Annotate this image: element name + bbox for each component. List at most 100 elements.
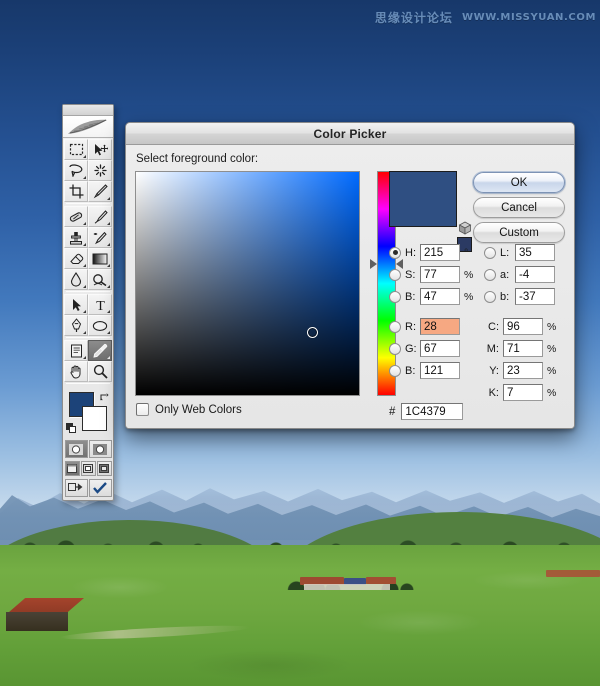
marquee-tool-icon[interactable]	[64, 139, 88, 160]
slice-tool-icon[interactable]	[88, 181, 112, 202]
web-safe-warning-icon[interactable]	[458, 221, 472, 235]
lab-l-row[interactable]: L:	[484, 243, 570, 262]
only-web-colors-checkbox[interactable]	[136, 403, 149, 416]
ok-button[interactable]: OK	[473, 172, 565, 193]
standard-mode-button[interactable]	[64, 440, 88, 458]
saturation-brightness-field[interactable]	[135, 171, 360, 396]
lab-cmyk-column[interactable]: L: a: b:	[484, 243, 570, 405]
hue-slider-marker-left[interactable]	[370, 259, 377, 269]
black-input[interactable]	[503, 384, 543, 401]
hue-row[interactable]: H: °	[389, 243, 481, 262]
type-tool-icon[interactable]: T	[88, 294, 112, 315]
hex-field-row[interactable]: #	[389, 403, 464, 420]
photoshop-toolbox[interactable]: T	[62, 104, 114, 501]
shape-tool-icon[interactable]	[88, 315, 112, 336]
magic-wand-tool-icon[interactable]	[88, 160, 112, 181]
toolbox-color-swatches[interactable]	[63, 390, 113, 436]
blue-row[interactable]: B:	[389, 361, 481, 380]
dialog-body: Select foreground color: OK Cancel Custo…	[126, 145, 574, 428]
magenta-label: M:	[486, 342, 499, 355]
lasso-tool-icon[interactable]	[64, 160, 88, 181]
lab-a-row[interactable]: a:	[484, 265, 570, 284]
red-input[interactable]	[420, 318, 460, 335]
full-screen-with-menubar-button[interactable]	[80, 461, 96, 476]
color-field-cursor[interactable]	[307, 327, 318, 338]
quick-mask-modes[interactable]	[63, 438, 113, 460]
brightness-unit: %	[464, 290, 474, 303]
brightness-input[interactable]	[420, 288, 460, 305]
hex-input[interactable]	[401, 403, 464, 420]
new-color-swatch	[390, 172, 456, 226]
lab-b-row[interactable]: b:	[484, 287, 570, 306]
path-selection-tool-icon[interactable]	[64, 294, 88, 315]
blue-input[interactable]	[420, 362, 460, 379]
swap-colors-icon[interactable]	[99, 390, 110, 401]
yellow-row[interactable]: Y: %	[484, 361, 570, 380]
toolbox-drag-grip[interactable]	[63, 105, 113, 116]
history-brush-tool-icon[interactable]	[88, 227, 112, 248]
hsb-rgb-column[interactable]: H: ° S: % B: %	[389, 243, 481, 383]
quick-mask-mode-button[interactable]	[88, 440, 112, 458]
cyan-row[interactable]: C: %	[484, 317, 570, 336]
notes-tool-icon[interactable]	[64, 340, 88, 361]
yellow-input[interactable]	[503, 362, 543, 379]
lab-l-input[interactable]	[515, 244, 555, 261]
move-tool-icon[interactable]	[88, 139, 112, 160]
cancel-button[interactable]: Cancel	[473, 197, 565, 218]
imageready-check-icon[interactable]	[88, 479, 112, 497]
crop-tool-icon[interactable]	[64, 181, 88, 202]
dialog-buttons[interactable]: OK Cancel Custom	[473, 172, 565, 247]
magenta-unit: %	[547, 342, 557, 355]
jump-to-imageready-icon[interactable]	[64, 479, 88, 497]
gradient-tool-icon[interactable]	[88, 248, 112, 269]
yellow-unit: %	[547, 364, 557, 377]
standard-screen-mode-button[interactable]	[64, 461, 80, 476]
color-picker-dialog[interactable]: Color Picker Select foreground color: OK…	[125, 122, 575, 429]
magenta-input[interactable]	[503, 340, 543, 357]
default-colors-icon[interactable]	[66, 423, 77, 434]
background-color-swatch[interactable]	[82, 406, 107, 431]
cyan-input[interactable]	[503, 318, 543, 335]
only-web-colors-row[interactable]: Only Web Colors	[136, 403, 242, 416]
saturation-radio[interactable]	[389, 268, 401, 281]
red-radio[interactable]	[389, 320, 401, 333]
lab-a-input[interactable]	[515, 266, 555, 283]
custom-button[interactable]: Custom	[473, 222, 565, 243]
blue-radio[interactable]	[389, 364, 401, 377]
black-unit: %	[547, 386, 557, 399]
green-input[interactable]	[420, 340, 460, 357]
clone-stamp-tool-icon[interactable]	[64, 227, 88, 248]
field-group-gap	[484, 309, 570, 317]
magenta-row[interactable]: M: %	[484, 339, 570, 358]
dodge-tool-icon[interactable]	[88, 269, 112, 290]
lab-b-radio[interactable]	[484, 290, 496, 303]
zoom-tool-icon[interactable]	[88, 361, 112, 382]
screen-modes[interactable]	[63, 460, 113, 477]
jump-to-buttons[interactable]	[63, 477, 113, 500]
saturation-label: S:	[405, 268, 416, 281]
black-row[interactable]: K: %	[484, 383, 570, 402]
green-radio[interactable]	[389, 342, 401, 355]
lab-a-radio[interactable]	[484, 268, 496, 281]
eraser-tool-icon[interactable]	[64, 248, 88, 269]
blur-tool-icon[interactable]	[64, 269, 88, 290]
lab-l-radio[interactable]	[484, 246, 496, 259]
lab-b-input[interactable]	[515, 288, 555, 305]
brightness-radio[interactable]	[389, 290, 401, 303]
eyedropper-tool-icon[interactable]	[88, 340, 112, 361]
cyan-unit: %	[547, 320, 557, 333]
saturation-input[interactable]	[420, 266, 460, 283]
brush-tool-icon[interactable]	[88, 206, 112, 227]
hand-tool-icon[interactable]	[64, 361, 88, 382]
dialog-titlebar[interactable]: Color Picker	[126, 123, 574, 145]
brightness-row[interactable]: B: %	[389, 287, 481, 306]
healing-brush-tool-icon[interactable]	[64, 206, 88, 227]
green-row[interactable]: G:	[389, 339, 481, 358]
red-row[interactable]: R:	[389, 317, 481, 336]
toolbox-tool-grid[interactable]: T	[63, 138, 113, 387]
pen-tool-icon[interactable]	[64, 315, 88, 336]
full-screen-mode-button[interactable]	[96, 461, 112, 476]
hue-radio[interactable]	[389, 246, 401, 259]
hue-input[interactable]	[420, 244, 460, 261]
saturation-row[interactable]: S: %	[389, 265, 481, 284]
